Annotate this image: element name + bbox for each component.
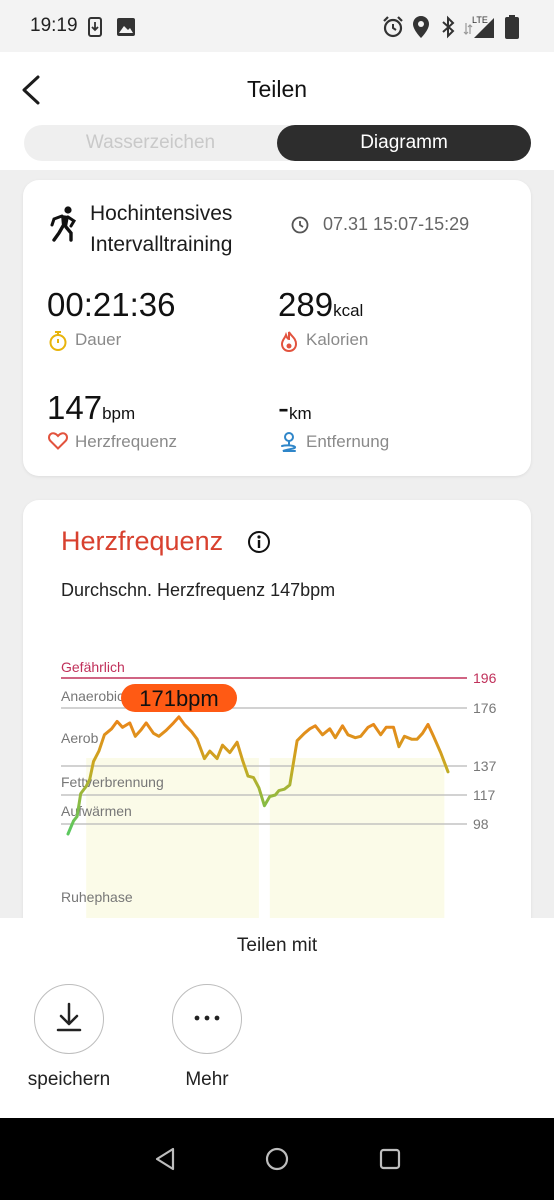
heart-rate-unit: bpm [102, 404, 136, 423]
flame-icon [280, 331, 298, 352]
running-person-icon [50, 206, 77, 242]
save-button[interactable] [34, 984, 104, 1054]
share-preview: Hochintensives Intervalltraining 07.31 1… [0, 170, 554, 918]
distance-label: Entfernung [306, 432, 390, 451]
activity-name: Hochintensives Intervalltraining [90, 202, 233, 256]
duration-label: Dauer [75, 330, 122, 349]
lte-signal-icon: LTE [463, 15, 494, 38]
location-icon [413, 16, 429, 38]
zone-label-fettverbrennung: Fettverbrennung [61, 774, 164, 790]
heart-rate-value: 147bpm [47, 389, 136, 426]
more-button-label: Mehr [185, 1069, 229, 1090]
page-title: Teilen [246, 76, 308, 102]
activity-datetime: 07.31 15:07-15:29 [323, 214, 470, 234]
shaded-interval-2 [269, 758, 445, 918]
more-dots-icon [194, 1015, 219, 1020]
recents-square-icon[interactable] [378, 1146, 402, 1172]
status-time: 19:19 [30, 15, 78, 36]
calories-value: 289kcal [278, 286, 364, 323]
calories-unit: kcal [333, 301, 364, 320]
y-tick-labels: 196 176 137 117 98 [473, 670, 497, 832]
heart-icon [48, 432, 68, 450]
zone-label-aerob: Aerob [61, 730, 99, 746]
heart-rate-label: Herzfrequenz [75, 432, 178, 451]
max-badge-text: 171bpm [139, 686, 219, 711]
distance-unit: km [289, 404, 312, 423]
zone-label-aufwärmen: Aufwärmen [61, 803, 132, 819]
network-type-text: LTE [472, 15, 488, 25]
back-triangle-icon[interactable] [153, 1146, 177, 1172]
max-heart-rate-badge: 171bpm [121, 684, 237, 712]
clock-icon [291, 216, 309, 234]
share-title: Teilen mit [236, 935, 318, 956]
zone-label-gefährlich: Gefährlich [61, 659, 125, 675]
duration-value: 00:21:36 [47, 286, 176, 323]
calories-label: Kalorien [306, 330, 369, 349]
stopwatch-icon [49, 331, 67, 351]
view-segmented-control: Wasserzeichen Diagramm [24, 125, 531, 161]
y-tick-117: 117 [473, 787, 496, 803]
y-tick-137: 137 [473, 758, 497, 774]
zone-label-ruhephase: Ruhephase [61, 889, 133, 905]
y-tick-196: 196 [473, 670, 497, 686]
tab-diagramm[interactable]: Diagramm [277, 125, 531, 161]
save-button-label: speichern [27, 1069, 111, 1090]
tab-wasserzeichen[interactable]: Wasserzeichen [24, 125, 277, 161]
y-tick-176: 176 [473, 700, 497, 716]
route-icon [281, 432, 296, 452]
home-circle-icon[interactable] [264, 1146, 290, 1172]
heart-rate-chart: GefährlichAnaerobicaAerobFettverbrennung… [61, 659, 497, 918]
more-button[interactable] [172, 984, 242, 1054]
workout-summary-card: Hochintensives Intervalltraining 07.31 1… [23, 180, 531, 476]
heart-rate-card: Herzfrequenz Durchschn. Herzfrequenz 147… [23, 500, 531, 918]
image-notification-icon [117, 18, 135, 36]
download-icon [56, 1002, 81, 1031]
battery-icon [505, 15, 519, 39]
bluetooth-icon [442, 15, 455, 39]
download-notification-icon [88, 17, 102, 37]
alarm-icon [383, 16, 403, 38]
y-tick-98: 98 [473, 816, 489, 832]
system-navigation-bar [0, 1118, 554, 1200]
status-bar: 19:19 LTE [0, 0, 554, 52]
share-panel: Teilen mit speichern Mehr [0, 918, 554, 1118]
distance-value: -km [278, 389, 312, 426]
